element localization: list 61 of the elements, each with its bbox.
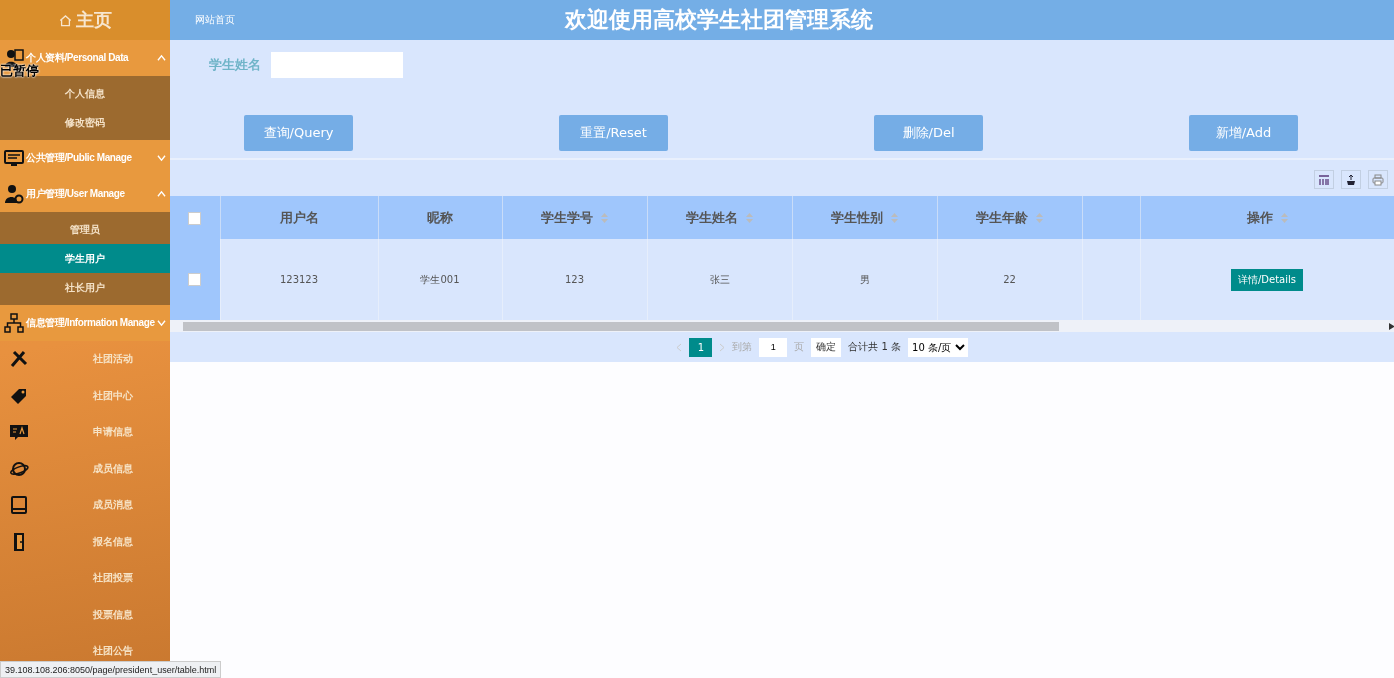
home-icon bbox=[58, 13, 72, 27]
action-button[interactable]: 新增/Add bbox=[1189, 115, 1298, 151]
menu-item[interactable]: 成员消息 bbox=[93, 498, 133, 513]
column-header[interactable]: 学生年龄 bbox=[937, 196, 1082, 239]
prev-page-icon bbox=[676, 342, 683, 352]
row-checkbox[interactable] bbox=[188, 273, 202, 286]
horizontal-scrollbar[interactable] bbox=[170, 320, 1394, 332]
column-header[interactable]: 学生姓名 bbox=[647, 196, 792, 239]
sidebar-header[interactable]: 主页 bbox=[0, 0, 170, 40]
scroll-right-icon bbox=[1388, 322, 1394, 330]
menu-item[interactable]: 成员信息 bbox=[93, 461, 133, 476]
menu-group[interactable]: 信息管理/Information Manage bbox=[0, 305, 170, 341]
action-button[interactable]: 重置/Reset bbox=[559, 115, 668, 151]
sitemap-icon bbox=[4, 313, 24, 333]
submenu-item[interactable]: 学生用户 bbox=[0, 244, 170, 273]
monitor-icon bbox=[4, 148, 24, 168]
table-cell: 张三 bbox=[647, 239, 792, 320]
table-cell: 学生001 bbox=[378, 239, 502, 320]
details-button[interactable]: 详情/Details bbox=[1230, 268, 1303, 291]
table-cell: 123 bbox=[502, 239, 647, 320]
menu-item[interactable]: 社团投票 bbox=[93, 571, 133, 586]
print-button[interactable] bbox=[1367, 170, 1388, 189]
confirm-button[interactable]: 确定 bbox=[811, 337, 842, 357]
table-cell: 123123 bbox=[220, 239, 378, 320]
field-label: 学生姓名 bbox=[209, 56, 261, 74]
menu-item[interactable]: 投票信息 bbox=[93, 607, 133, 622]
export-icon bbox=[1344, 173, 1357, 186]
action-button[interactable]: 查询/Query bbox=[244, 115, 353, 151]
action-button[interactable]: 删除/Del bbox=[874, 115, 983, 151]
menu-item[interactable]: 申请信息 bbox=[93, 425, 133, 440]
menu-item[interactable]: 社团公告 bbox=[93, 644, 133, 659]
status-url: 39.108.108.206:8050/page/president_user/table.html bbox=[0, 661, 222, 678]
page-number[interactable]: 1 bbox=[689, 337, 713, 357]
column-header: 用户名 bbox=[220, 196, 378, 239]
print-icon bbox=[1371, 173, 1384, 186]
breadcrumb-link[interactable]: 网站首页 bbox=[195, 13, 565, 27]
column-header: 昵称 bbox=[378, 196, 502, 239]
page-unit: 页 bbox=[794, 340, 805, 354]
column-header[interactable]: 学生性别 bbox=[792, 196, 937, 239]
goto-label: 到第 bbox=[732, 340, 753, 354]
next-page-icon bbox=[719, 342, 726, 352]
table-cell: 男 bbox=[792, 239, 937, 320]
menu-group[interactable]: 公共管理/Public Manage bbox=[0, 140, 170, 176]
user-gear-icon bbox=[4, 184, 24, 204]
menu-group[interactable]: 用户管理/User Manage bbox=[0, 176, 170, 212]
columns-icon bbox=[1317, 173, 1330, 186]
menu-item[interactable]: 社团中心 bbox=[93, 388, 133, 403]
page-size-select[interactable]: 10 条/页 bbox=[908, 337, 969, 357]
column-header[interactable]: 学生学号 bbox=[502, 196, 647, 239]
export-button[interactable] bbox=[1340, 170, 1361, 189]
table-cell: 22 bbox=[937, 239, 1082, 320]
sidebar-title: 主页 bbox=[75, 8, 112, 32]
menu-item[interactable]: 社团活动 bbox=[93, 352, 133, 367]
search-field[interactable] bbox=[271, 52, 403, 78]
page-title: 欢迎使用高校学生社团管理系统 bbox=[565, 6, 873, 34]
menu-item[interactable]: 报名信息 bbox=[93, 534, 133, 549]
total-count: 合计共 1 条 bbox=[848, 340, 902, 354]
column-header[interactable]: 操作 bbox=[1140, 196, 1394, 239]
columns-button[interactable] bbox=[1313, 170, 1334, 189]
select-all-checkbox[interactable] bbox=[188, 212, 202, 225]
page-input[interactable]: 1 bbox=[759, 337, 788, 357]
